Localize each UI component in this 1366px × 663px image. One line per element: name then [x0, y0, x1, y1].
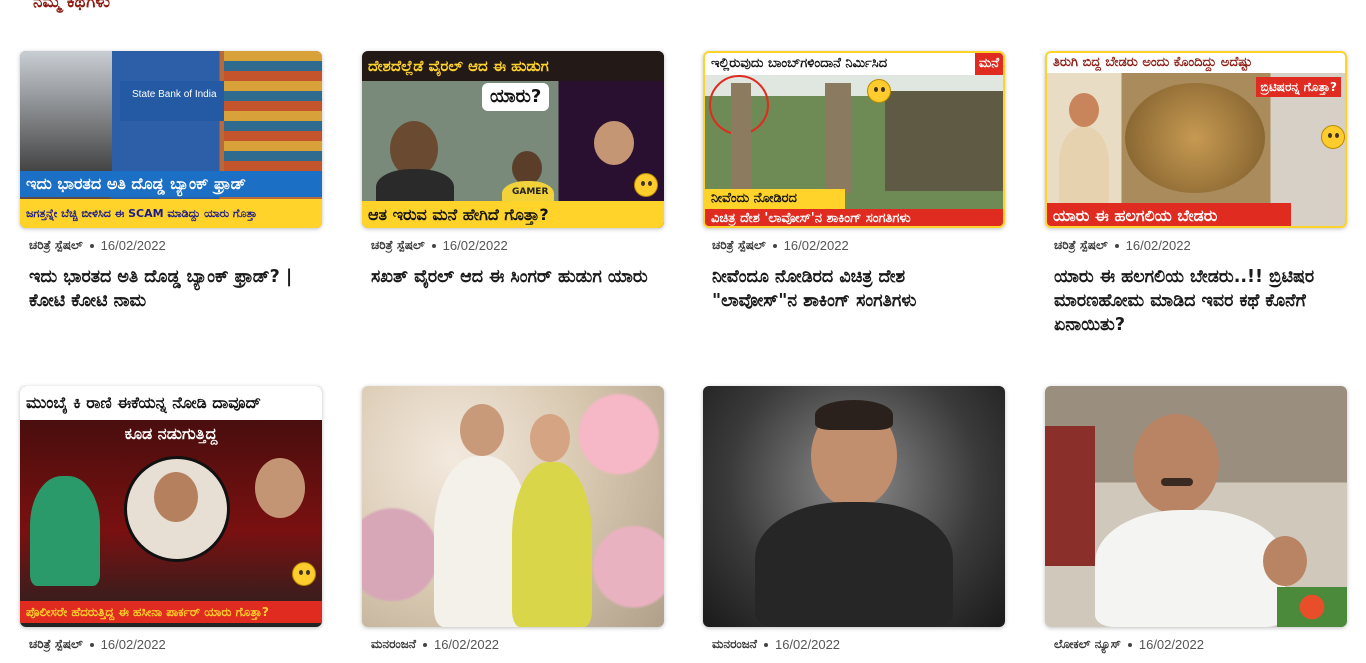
- category-link[interactable]: ಚರಿತ್ರೆ ಸ್ಪೆಷಲ್: [371, 238, 425, 253]
- story-thumbnail[interactable]: ತಿರುಗಿ ಬಿದ್ದ ಬೇಡರು ಅಂದು ಕೊಂದಿದ್ದು ಅದೆಷ್ಟ…: [1045, 51, 1347, 228]
- shock-emoji-icon: [867, 79, 891, 103]
- story-thumbnail[interactable]: State Bank of India ಇದು ಭಾರತದ ಅತಿ ದೊಡ್ಡ …: [20, 51, 322, 228]
- thumb-banner: ದೇಶದೆಲ್ಲೆಡೆ ವೈರಲ್ ಆದ ಈ ಹುಡುಗ: [362, 51, 664, 81]
- container-yard-photo: [224, 51, 322, 171]
- bomb-shell-pillar: [825, 83, 851, 193]
- story-card[interactable]: ಮನರಂಜನೆ 16/02/2022: [703, 386, 1005, 652]
- category-link[interactable]: ಚರಿತ್ರೆ ಸ್ಪೆಷಲ್: [712, 238, 766, 253]
- separator-dot: [89, 642, 94, 647]
- shock-emoji-icon: [1321, 125, 1345, 149]
- story-thumbnail[interactable]: ಇಲ್ಲಿರುವುದು ಬಾಂಬ್‌ಗಳಿಂದಾನೆ ನಿರ್ಮಿಸಿದ ಮನೆ…: [703, 51, 1005, 228]
- separator-dot: [772, 243, 777, 248]
- story-headline[interactable]: ನೀವೆಂದೂ ನೋಡಿರದ ವಿಚಿತ್ರ ದೇಶ "ಲಾವೋಸ್"ನ ಶಾಕ…: [703, 265, 1005, 313]
- separator-dot: [1127, 642, 1132, 647]
- thumb-question: ಯಾರು?: [482, 83, 550, 111]
- thumb-sub-banner: ಜಗತ್ತನ್ನೇ ಬೆಚ್ಚಿ ಬೀಳಿಸಿದ ಈ SCAM ಮಾಡಿದ್ದು…: [20, 199, 322, 228]
- bomb-shell-pillar: [731, 83, 751, 193]
- bank-sign: State Bank of India: [132, 89, 217, 100]
- category-link[interactable]: ಲೋಕಲ್ ನ್ಯೂಸ್: [1054, 637, 1121, 652]
- story-card[interactable]: ಲೋಕಲ್ ನ್ಯೂಸ್ 16/02/2022: [1045, 386, 1347, 652]
- story-headline[interactable]: ಯಾರು ಈ ಹಲಗಲಿಯ ಬೇಡರು..!! ಬ್ರಿಟಿಷರ ಮಾರಣಹೋಮ…: [1045, 265, 1347, 337]
- story-card[interactable]: ಮನರಂಜನೆ 16/02/2022: [362, 386, 664, 652]
- category-link[interactable]: ಚರಿತ್ರೆ ಸ್ಪೆಷಲ್: [29, 637, 83, 652]
- politician-face: [1133, 414, 1219, 514]
- category-link[interactable]: ಮನರಂಜನೆ: [371, 637, 416, 652]
- flower-bouquet: [1277, 587, 1347, 627]
- story-meta: ಲೋಕಲ್ ನ್ಯೂಸ್ 16/02/2022: [1045, 637, 1347, 652]
- woman-figure: [30, 476, 100, 586]
- thumb-banner: ಇಲ್ಲಿರುವುದು ಬಾಂಬ್‌ಗಳಿಂದಾನೆ ನಿರ್ಮಿಸಿದ: [705, 53, 1003, 75]
- thumb-sub-banner: ಪೊಲೀಸರೇ ಹೆದರುತ್ತಿದ್ದ ಈ ಹಸೀನಾ ಪಾರ್ಕರ್ ಯಾರ…: [20, 601, 322, 623]
- actor-black-shirt: [755, 502, 953, 627]
- story-meta: ಚರಿತ್ರೆ ಸ್ಪೆಷಲ್ 16/02/2022: [1045, 238, 1347, 253]
- ship-photo: [20, 51, 112, 171]
- category-link[interactable]: ಚರಿತ್ರೆ ಸ್ಪೆಷಲ್: [1054, 238, 1108, 253]
- woman-face: [530, 414, 570, 462]
- thumb-sub-banner: ಯಾರು ಈ ಹಲಗಲಿಯ ಬೇಡರು: [1047, 203, 1291, 226]
- judge-face: [594, 121, 634, 165]
- category-link[interactable]: ಮನರಂಜನೆ: [712, 637, 757, 652]
- thumb-banner: ತಿರುಗಿ ಬಿದ್ದ ಬೇಡರು ಅಂದು ಕೊಂದಿದ್ದು ಅದೆಷ್ಟ…: [1047, 53, 1345, 73]
- warrior-face: [1069, 93, 1099, 127]
- post-date: 16/02/2022: [433, 637, 500, 652]
- boy2-face: [512, 151, 542, 185]
- chair-back: [1045, 426, 1095, 566]
- story-meta: ಮನರಂಜನೆ 16/02/2022: [362, 637, 664, 652]
- story-meta: ಮನರಂಜನೆ 16/02/2022: [703, 637, 1005, 652]
- warrior-figure: [1059, 127, 1109, 207]
- man-face: [460, 404, 504, 456]
- thumb-banner-2: ಕೂಡ ನಡುಗುತ್ತಿದ್ದ: [124, 424, 218, 443]
- thumb-tag: ಮನೆ: [974, 53, 1003, 75]
- thumb-sub-banner-2: ವಿಚಿತ್ರ ದೇಶ 'ಲಾವೋಸ್'ನ ಶಾಕಿಂಗ್ ಸಂಗತಿಗಳು: [705, 209, 1003, 226]
- story-headline[interactable]: ಸಖತ್ ವೈರಲ್ ಆದ ಈ ಸಿಂಗರ್ ಹುಡುಗ ಯಾರು: [362, 265, 664, 289]
- bank-building-photo: [120, 81, 224, 121]
- thumb-banner: ಮುಂಬೈ ಕಿ ರಾಣಿ ಈಕೆಯನ್ನ ನೋಡಿ ದಾವೂದ್: [20, 386, 322, 420]
- raised-hand: [1263, 536, 1307, 586]
- story-card[interactable]: ತಿರುಗಿ ಬಿದ್ದ ಬೇಡರು ಅಂದು ಕೊಂದಿದ್ದು ಅದೆಷ್ಟ…: [1045, 51, 1347, 337]
- post-date: 16/02/2022: [774, 637, 841, 652]
- post-date: 16/02/2022: [442, 238, 508, 253]
- actor-hair: [815, 400, 893, 430]
- post-date: 16/02/2022: [783, 238, 849, 253]
- story-thumbnail[interactable]: [1045, 386, 1347, 627]
- story-meta: ಚರಿತ್ರೆ ಸ್ಪೆಷಲ್ 16/02/2022: [20, 238, 322, 253]
- story-card[interactable]: ಇಲ್ಲಿರುವುದು ಬಾಂಬ್‌ಗಳಿಂದಾನೆ ನಿರ್ಮಿಸಿದ ಮನೆ…: [703, 51, 1005, 313]
- story-thumbnail[interactable]: [362, 386, 664, 627]
- shock-emoji-icon: [634, 173, 658, 197]
- mustache: [1161, 478, 1193, 486]
- post-date: 16/02/2022: [1125, 238, 1191, 253]
- thumb-tag: ಬ್ರಿಟಿಷರನ್ನ ಗೊತ್ತಾ?: [1256, 77, 1341, 97]
- separator-dot: [422, 642, 427, 647]
- politician-white-shirt: [1095, 510, 1285, 627]
- story-card[interactable]: ದೇಶದೆಲ್ಲೆಡೆ ವೈರಲ್ ಆದ ಈ ಹುಡುಗ ಯಾರು? GAMER…: [362, 51, 664, 289]
- post-date: 16/02/2022: [1138, 637, 1204, 652]
- battle-painting: [1125, 83, 1265, 193]
- post-date: 16/02/2022: [100, 637, 166, 652]
- separator-dot: [431, 243, 436, 248]
- thumb-banner: ಇದು ಭಾರತದ ಅತಿ ದೊಡ್ಡ ಬ್ಯಾಂಕ್ ಫ್ರಾಡ್: [20, 171, 322, 197]
- separator-dot: [89, 243, 94, 248]
- woman-yellow-dress: [512, 462, 592, 627]
- story-headline[interactable]: ಇದು ಭಾರತದ ಅತಿ ದೊಡ್ಡ ಬ್ಯಾಂಕ್ ಫ್ರಾಡ್? | ಕೋ…: [20, 265, 322, 313]
- bomb-house-photo: [885, 91, 1003, 191]
- story-thumbnail[interactable]: ದೇಶದೆಲ್ಲೆಡೆ ವೈರಲ್ ಆದ ಈ ಹುಡುಗ ಯಾರು? GAMER…: [362, 51, 664, 228]
- thumb-sub-banner: ಆತ ಇರುವ ಮನೆ ಹೇಗಿದೆ ಗೊತ್ತಾ?: [362, 201, 664, 228]
- story-meta: ಚರಿತ್ರೆ ಸ್ಪೆಷಲ್ 16/02/2022: [703, 238, 1005, 253]
- shirt-text: GAMER: [512, 187, 549, 197]
- stories-grid: State Bank of India ಇದು ಭಾರತದ ಅತಿ ದೊಡ್ಡ …: [0, 0, 1366, 663]
- man-face: [255, 458, 305, 518]
- story-card[interactable]: State Bank of India ಇದು ಭಾರತದ ಅತಿ ದೊಡ್ಡ …: [20, 51, 322, 313]
- story-thumbnail[interactable]: ಮುಂಬೈ ಕಿ ರಾಣಿ ಈಕೆಯನ್ನ ನೋಡಿ ದಾವೂದ್ ಕೂಡ ನಡ…: [20, 386, 322, 627]
- separator-dot: [1114, 243, 1119, 248]
- category-link[interactable]: ಚರಿತ್ರೆ ಸ್ಪೆಷಲ್: [29, 238, 83, 253]
- woman-face: [154, 472, 198, 522]
- shock-emoji-icon: [292, 562, 316, 586]
- post-date: 16/02/2022: [100, 238, 166, 253]
- thumb-sub-banner: ನೀವೆಂದು ನೋಡಿರದ: [705, 189, 845, 209]
- story-meta: ಚರಿತ್ರೆ ಸ್ಪೆಷಲ್ 16/02/2022: [362, 238, 664, 253]
- story-thumbnail[interactable]: [703, 386, 1005, 627]
- separator-dot: [763, 642, 768, 647]
- story-meta: ಚರಿತ್ರೆ ಸ್ಪೆಷಲ್ 16/02/2022: [20, 637, 322, 652]
- story-card[interactable]: ಮುಂಬೈ ಕಿ ರಾಣಿ ಈಕೆಯನ್ನ ನೋಡಿ ದಾವೂದ್ ಕೂಡ ನಡ…: [20, 386, 322, 652]
